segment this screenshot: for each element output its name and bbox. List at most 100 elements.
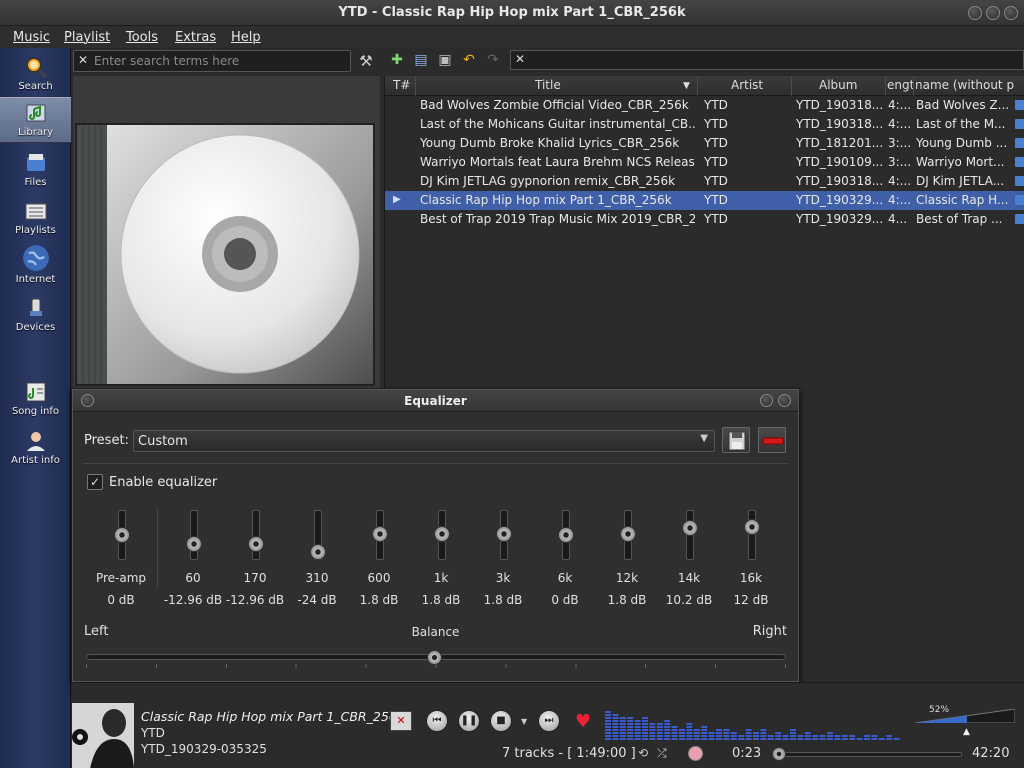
equalizer-close-button[interactable]: [778, 394, 791, 407]
eq-slider-track[interactable]: [748, 510, 756, 560]
volume-handle-icon[interactable]: ▲: [963, 727, 970, 737]
search-input[interactable]: [94, 53, 344, 69]
equalizer-maximize-button[interactable]: [760, 394, 773, 407]
spectrum-bar: [790, 738, 796, 740]
repeat-icon[interactable]: ⟲: [638, 746, 648, 760]
eq-slider-handle[interactable]: [186, 536, 202, 553]
library-icon: [26, 104, 45, 122]
sidebar-item-song-info[interactable]: Song info: [0, 377, 71, 423]
divider: [83, 463, 788, 464]
previous-track-button[interactable]: ⏮: [426, 710, 448, 732]
eq-slider-handle[interactable]: [744, 518, 760, 535]
sidebar-item-internet[interactable]: Internet: [0, 244, 71, 290]
open-playlist-icon[interactable]: ▤: [412, 51, 430, 69]
column-length[interactable]: ength: [887, 78, 913, 92]
column-artist[interactable]: Artist: [731, 78, 781, 92]
spectrum-bar: [745, 738, 752, 740]
eq-slider-handle[interactable]: [682, 519, 698, 536]
device-icon: [29, 298, 42, 316]
menu-tools[interactable]: Tools: [126, 30, 158, 45]
track-row[interactable]: Young Dumb Broke Khalid Lyrics_CBR_256k …: [385, 134, 1024, 153]
save-preset-button[interactable]: [722, 427, 750, 453]
undo-icon[interactable]: ↶: [460, 51, 478, 69]
spectrum-bar: [893, 738, 900, 740]
track-row[interactable]: Last of the Mohicans Guitar instrumental…: [385, 115, 1024, 134]
sidebar-label-playlists: Playlists: [15, 225, 56, 236]
eq-band-value: 0 dB: [107, 593, 135, 607]
sidebar-item-files[interactable]: Files: [0, 148, 71, 194]
spectrum-bar: [627, 738, 634, 740]
menu-help[interactable]: Help: [231, 30, 261, 45]
stop-after-icon[interactable]: ✕: [390, 711, 412, 731]
sidebar-item-artist-info[interactable]: Artist info: [0, 426, 71, 472]
balance-slider-handle[interactable]: [427, 650, 442, 665]
stop-button[interactable]: ■: [490, 710, 512, 732]
eq-slider-handle[interactable]: [620, 525, 636, 542]
track-row[interactable]: Best of Trap 2019 Trap Music Mix 2019_CB…: [385, 210, 1024, 229]
spectrum-bar: [664, 729, 671, 731]
track-row[interactable]: Warriyo Mortals feat Laura Brehm NCS Rel…: [385, 153, 1024, 172]
eq-slider-track[interactable]: [252, 510, 260, 560]
lastfm-scrobble-icon[interactable]: [688, 746, 703, 761]
spectrum-bar: [612, 720, 619, 722]
love-heart-icon[interactable]: ♥: [575, 711, 591, 732]
menu-playlist[interactable]: Playlist: [64, 30, 110, 45]
eq-band-label: 12k: [615, 571, 639, 585]
window-minimize-button[interactable]: [968, 6, 982, 20]
sidebar-item-devices[interactable]: Devices: [0, 293, 71, 339]
search-options-icon[interactable]: ⚒: [355, 50, 377, 72]
stop-options-chevron-icon[interactable]: ▼: [521, 717, 527, 726]
spectrum-bar: [760, 738, 767, 740]
equalizer-title: Equalizer: [404, 394, 467, 408]
eq-slider-track[interactable]: [190, 510, 198, 560]
clear-filter-icon[interactable]: ✕: [515, 52, 525, 66]
seek-slider-handle[interactable]: [771, 747, 786, 761]
eq-slider-handle[interactable]: [114, 527, 130, 543]
new-playlist-icon[interactable]: ✚: [388, 51, 406, 69]
track-title: Classic Rap Hip Hop mix Part 1_CBR_256k: [420, 193, 672, 207]
seek-slider-track[interactable]: [772, 752, 962, 757]
column-album[interactable]: Album: [819, 78, 869, 92]
track-title: Best of Trap 2019 Trap Music Mix 2019_CB…: [420, 212, 695, 226]
spectrum-bar: [753, 732, 759, 734]
menu-music[interactable]: Music: [13, 30, 50, 45]
eq-slider-handle[interactable]: [496, 525, 512, 542]
sidebar-item-playlists[interactable]: Playlists: [0, 196, 71, 242]
spectrum-bar: [701, 735, 708, 737]
menu-extras[interactable]: Extras: [175, 30, 216, 45]
sidebar-item-library[interactable]: Library: [0, 97, 71, 143]
preset-dropdown[interactable]: Custom ▼: [133, 430, 715, 452]
clear-icon[interactable]: ✕: [78, 53, 88, 67]
window-close-button[interactable]: [1004, 6, 1018, 20]
pause-button[interactable]: ❚❚: [458, 710, 480, 732]
eq-slider-handle[interactable]: [248, 536, 264, 553]
redo-icon[interactable]: ↷: [484, 51, 502, 69]
column-title[interactable]: Title: [535, 78, 595, 92]
track-row[interactable]: DJ Kim JETLAG gypnorion remix_CBR_256k Y…: [385, 172, 1024, 191]
eq-slider-handle[interactable]: [434, 525, 450, 542]
spectrum-bar: [649, 732, 656, 734]
sidebar-item-search[interactable]: Search: [0, 52, 71, 98]
spectrum-bar: [864, 738, 870, 740]
spectrum-bar: [841, 738, 848, 740]
eq-band-label: 60: [185, 571, 201, 585]
eq-slider-handle[interactable]: [558, 527, 574, 543]
shuffle-icon[interactable]: ⤮: [657, 746, 667, 761]
eq-slider-handle[interactable]: [310, 544, 326, 560]
save-playlist-icon[interactable]: ▣: [436, 51, 454, 69]
column-track-number[interactable]: T#: [393, 78, 417, 92]
volume-slider[interactable]: [915, 709, 1015, 723]
playlist-filter-box[interactable]: ✕: [510, 50, 1024, 70]
next-track-button[interactable]: ⏭: [538, 710, 560, 732]
track-row[interactable]: Bad Wolves Zombie Official Video_CBR_256…: [385, 96, 1024, 115]
spectrum-bar: [790, 735, 796, 737]
track-row-playing[interactable]: ▶ Classic Rap Hip Hop mix Part 1_CBR_256…: [385, 191, 1024, 210]
player-bar: Classic Rap Hip Hop mix Part 1_CBR_256k …: [72, 682, 1024, 768]
delete-preset-button[interactable]: [758, 427, 786, 453]
enable-equalizer-checkbox[interactable]: ✓: [87, 474, 103, 490]
column-filename[interactable]: name (without p: [915, 78, 1024, 92]
window-maximize-button[interactable]: [986, 6, 1000, 20]
spectrum-bar: [612, 735, 619, 737]
eq-slider-handle[interactable]: [372, 525, 388, 542]
spectrum-bar: [708, 732, 715, 734]
